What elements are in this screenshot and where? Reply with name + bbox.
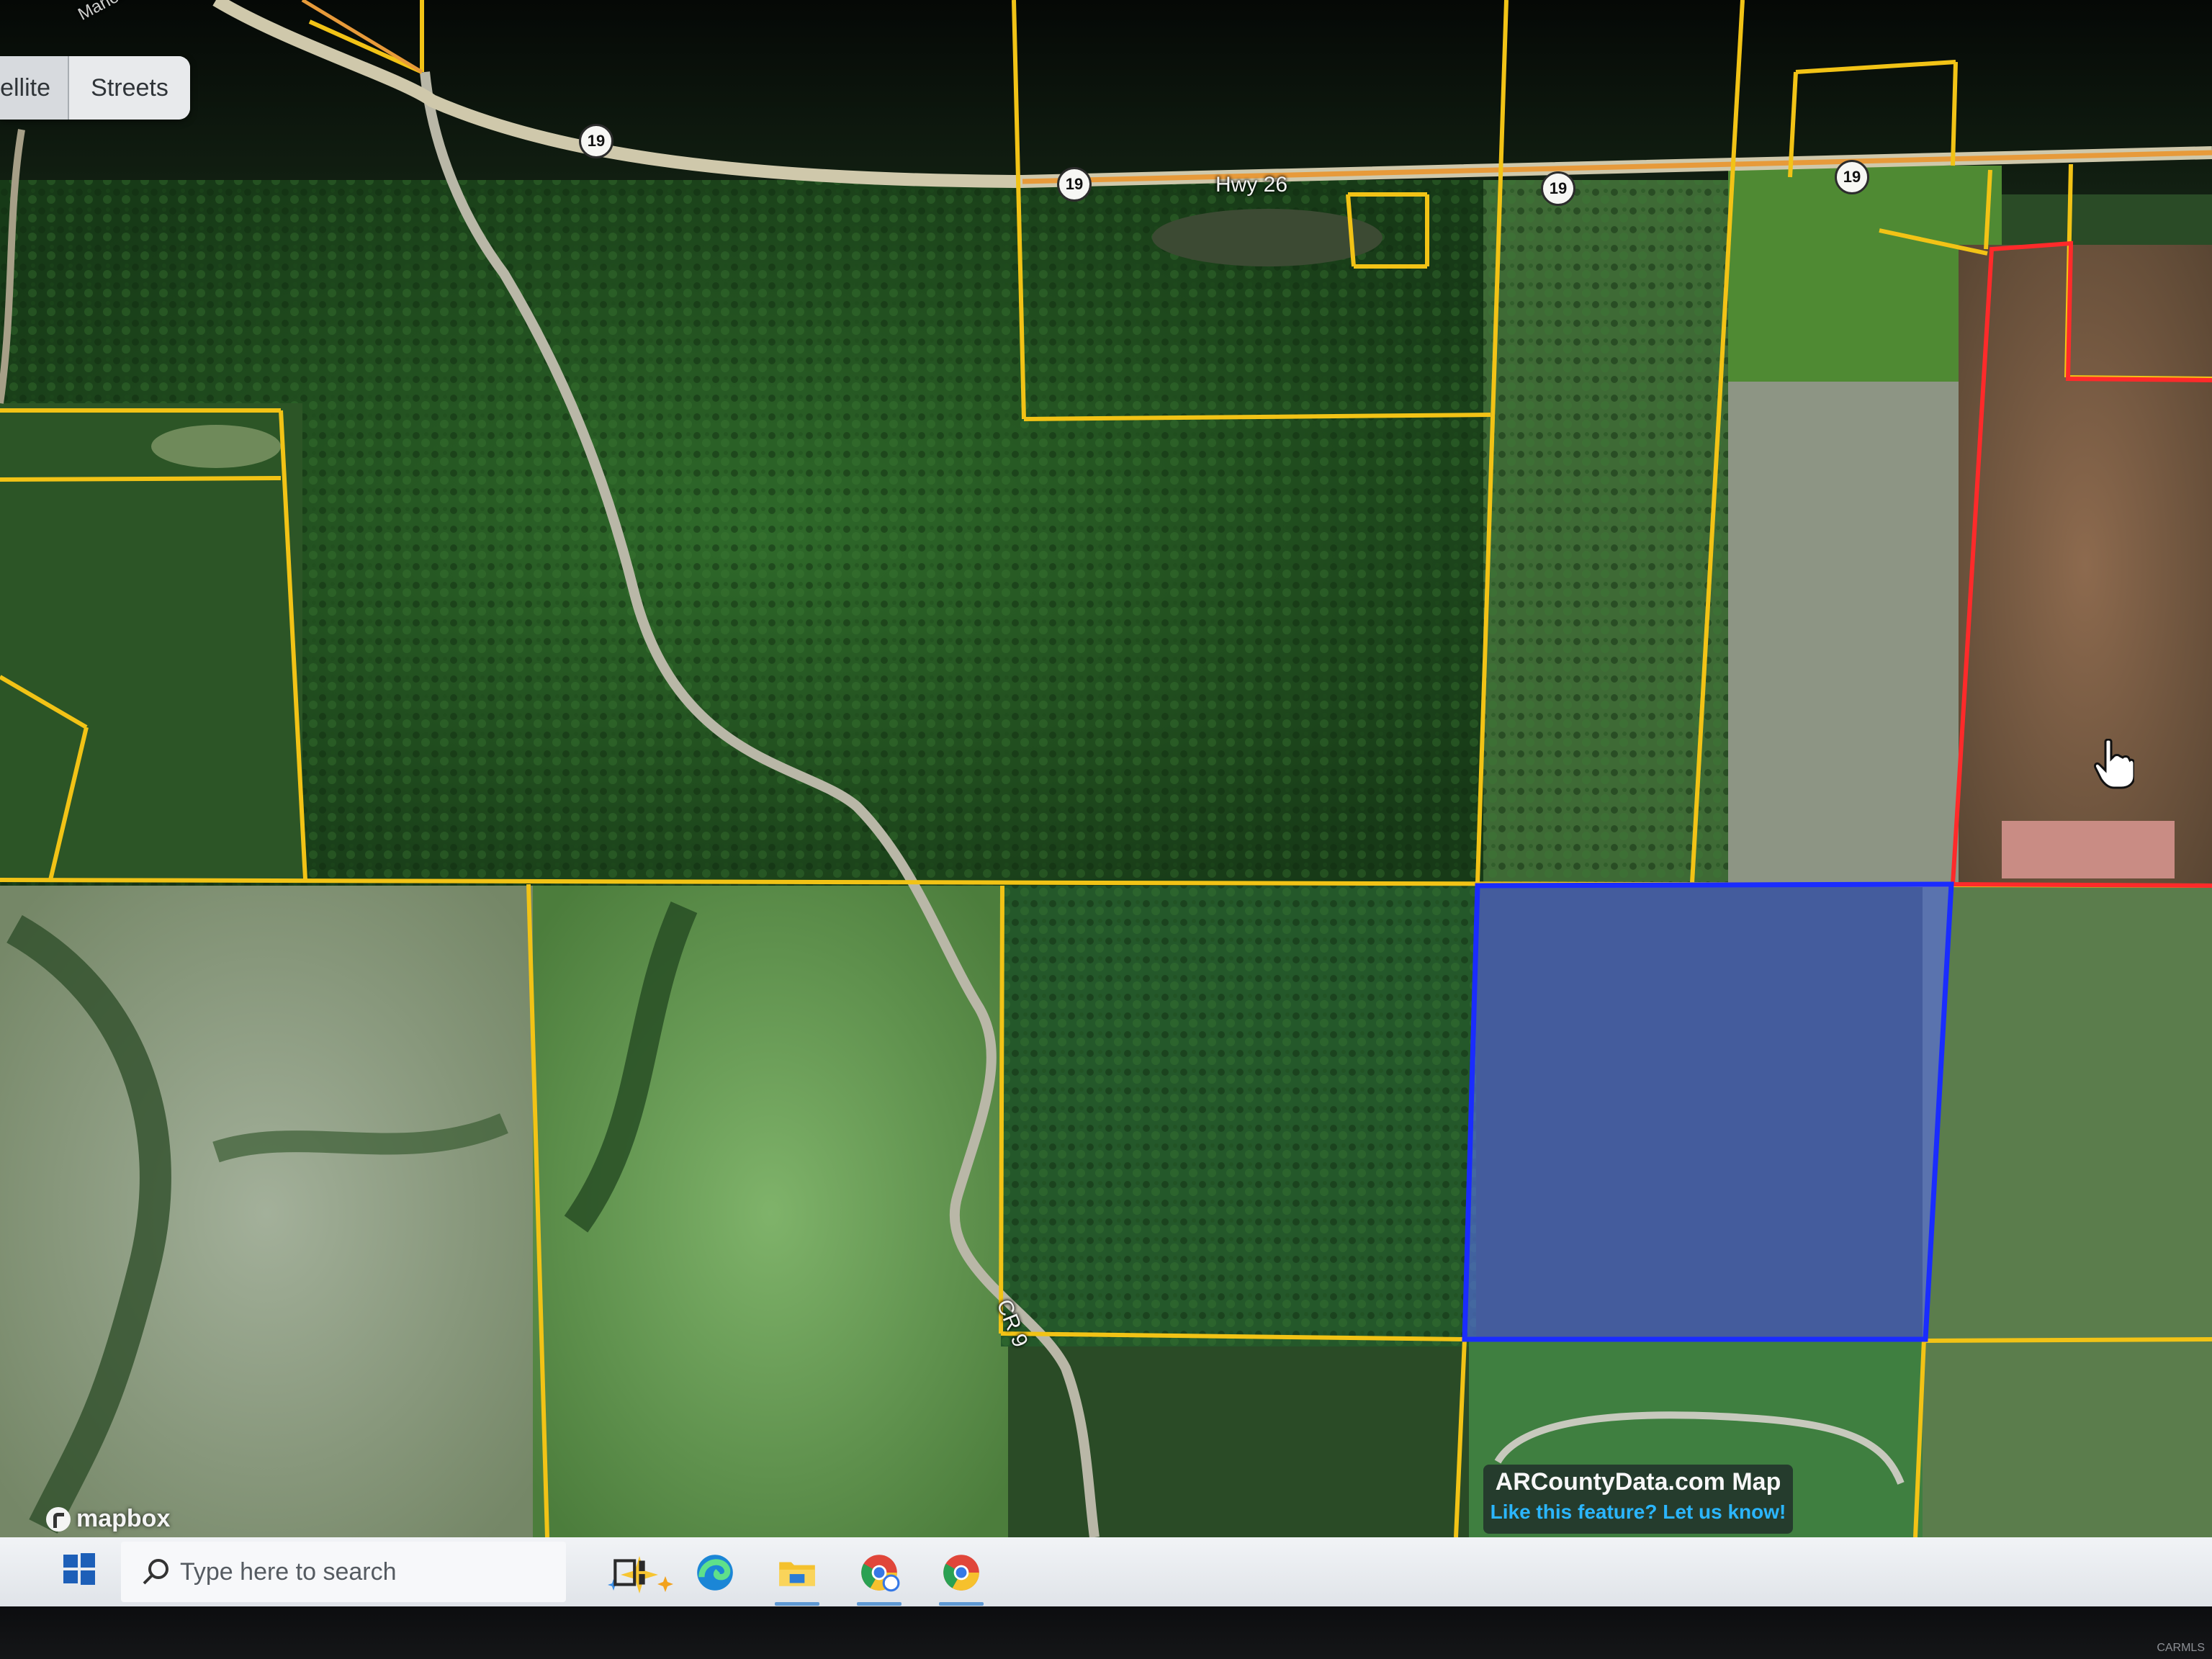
route-19-shield-1: 19 (579, 124, 613, 158)
chrome-profile-icon[interactable] (857, 1550, 902, 1595)
route-19-shield-3: 19 (1541, 171, 1575, 206)
search-icon (143, 1559, 168, 1585)
satellite-map[interactable] (0, 0, 2212, 1537)
selected-parcel[interactable] (1462, 881, 1954, 1342)
brown-woods-east (1959, 245, 2212, 886)
search-placeholder: Type here to search (180, 1557, 397, 1586)
route-19-shield-2: 19 (1057, 167, 1092, 202)
taskbar-search[interactable]: Type here to search (121, 1542, 673, 1602)
file-explorer-icon[interactable] (775, 1550, 819, 1595)
monitor-photo: ellite Streets Hwy 26 CR 9 Marion Riley … (0, 0, 2212, 1659)
woods-southeast (1923, 886, 2212, 1537)
map-style-toggle: ellite Streets (0, 56, 190, 120)
watermark: CARMLS (2157, 1642, 2205, 1654)
pasture-south (533, 886, 1008, 1537)
route-19-shield-4: 19 (1835, 160, 1869, 194)
feedback-link[interactable]: Like this feature? Let us know! (1483, 1499, 1793, 1525)
monitor-bezel: CARMLS (0, 1606, 2212, 1659)
hand-pointer-icon (2094, 739, 2134, 789)
attribution-title: ARCountyData.com Map (1495, 1468, 1781, 1496)
attribution-box: ARCountyData.com Map Like this feature? … (1483, 1465, 1793, 1534)
taskbar: Type here to search (0, 1537, 2212, 1606)
chrome-icon[interactable] (939, 1550, 984, 1595)
mapbox-logo[interactable]: mapbox (46, 1505, 170, 1533)
pine-texture (1001, 886, 1476, 1346)
pink-field (2002, 821, 2175, 878)
farmstead-west (151, 425, 281, 468)
edge-browser-icon[interactable] (693, 1550, 737, 1595)
satellite-button[interactable]: ellite (0, 56, 69, 120)
chrome-profile-active-indicator (857, 1602, 902, 1606)
windows-start-icon[interactable] (62, 1552, 96, 1586)
woods-west (0, 403, 302, 878)
streets-button[interactable]: Streets (69, 56, 190, 120)
task-view-icon[interactable] (608, 1550, 652, 1595)
map-view[interactable]: ellite Streets Hwy 26 CR 9 Marion Riley … (0, 0, 2212, 1537)
mapbox-logo-icon (46, 1506, 71, 1532)
mapbox-wordmark: mapbox (76, 1505, 171, 1532)
file-explorer-active-indicator (775, 1602, 819, 1606)
chrome-active-indicator (939, 1602, 984, 1606)
hwy-26-label: Hwy 26 (1215, 173, 1288, 197)
